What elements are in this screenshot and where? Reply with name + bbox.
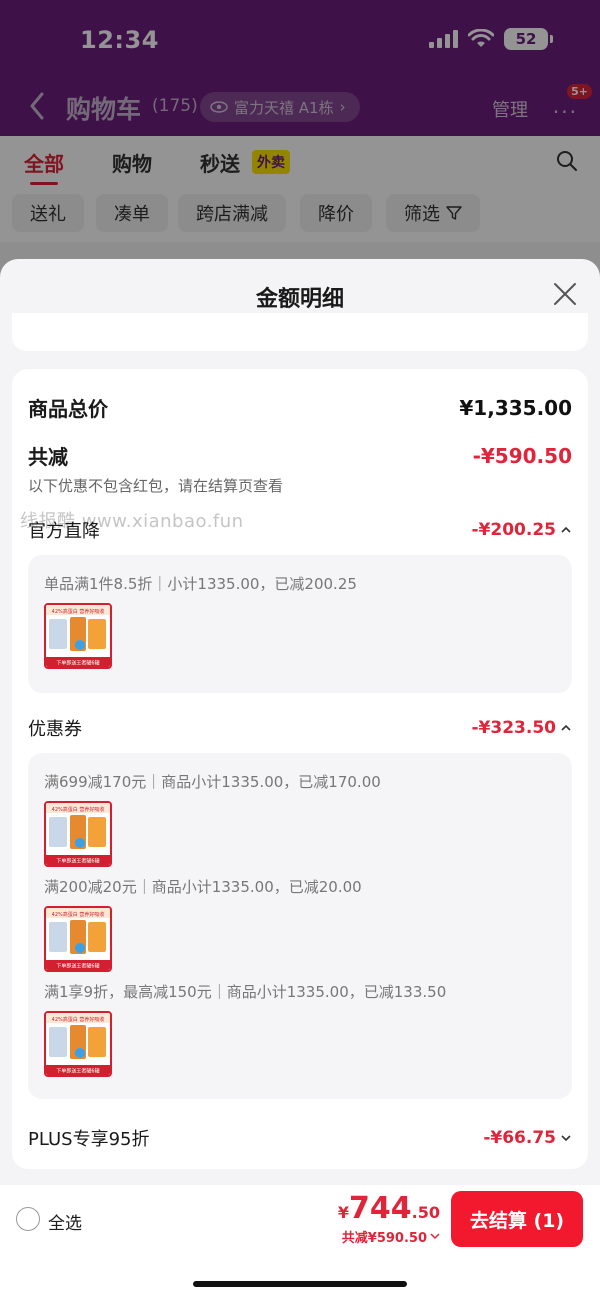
product-thumbnail[interactable]: 42%高蛋白 营养好吸收 下单即送王者罐6罐	[44, 603, 112, 669]
product-image: 42%高蛋白 营养好吸收下单即送王者罐6罐	[46, 1013, 110, 1075]
total-decimal: .50	[411, 1203, 440, 1222]
reduce-amount: -¥590.50	[472, 443, 572, 468]
goods-total-label: 商品总价	[28, 397, 108, 421]
goods-total-row: 商品总价 ¥1,335.00	[28, 393, 572, 422]
chevron-up-icon	[561, 526, 571, 533]
saved-amount[interactable]: 共减¥590.50	[342, 1227, 440, 1246]
saved-text: 共减¥590.50	[341, 1231, 427, 1246]
coupon-amount-value: -¥323.50	[471, 718, 557, 738]
product-thumbnail[interactable]: 42%高蛋白 营养好吸收 下单即送王者罐6罐	[44, 906, 112, 972]
official-detail-text: 单品满1件8.5折｜小计1335.00，已减200.25	[44, 575, 357, 593]
currency-symbol: ¥	[337, 1203, 350, 1222]
coupon-amount: -¥323.50	[472, 718, 573, 738]
goods-total-amount: ¥1,335.00	[459, 395, 572, 420]
reduce-row: 共减 -¥590.50	[28, 441, 572, 470]
thumb-promo: 下单即送王者罐6罐	[56, 1068, 99, 1075]
sheet-title: 金额明细	[255, 287, 344, 312]
plus-amount-value: -¥66.75	[483, 1128, 556, 1148]
coupon-detail-box: 满699减170元｜商品小计1335.00，已减170.00 42%高蛋白 营养…	[28, 753, 572, 1099]
checkout-bar: 全选 ¥ 744 .50 共减¥590.50 去结算 (1)	[0, 1185, 600, 1300]
thumb-slogan: 42%高蛋白 营养好吸收	[52, 911, 105, 918]
coupon-label: 优惠券	[28, 719, 82, 740]
product-image: 42%高蛋白 营养好吸收下单即送王者罐6罐	[46, 803, 110, 865]
official-discount-row[interactable]: 官方直降 -¥200.25	[28, 517, 572, 543]
thumb-slogan: 42%高蛋白 营养好吸收	[52, 806, 105, 813]
thumb-slogan: 42%高蛋白 营养好吸收	[52, 1016, 105, 1023]
chevron-down-icon	[430, 1233, 440, 1240]
official-label: 官方直降	[28, 521, 100, 542]
plus-discount-row[interactable]: PLUS专享95折 -¥66.75	[28, 1125, 572, 1151]
product-image: 42%高蛋白 营养好吸收下单即送王者罐6罐	[46, 605, 110, 667]
official-detail-box: 单品满1件8.5折｜小计1335.00，已减200.25 42%高蛋白 营养好吸…	[28, 555, 572, 693]
previous-card	[12, 313, 588, 351]
plus-amount: -¥66.75	[483, 1128, 572, 1148]
detail-card: 线报酷 www.xianbao.fun 商品总价 ¥1,335.00 共减 -¥…	[12, 369, 588, 1169]
select-all-label[interactable]: 全选	[48, 1209, 82, 1234]
reduce-label: 共减	[28, 445, 68, 469]
thumb-promo: 下单即送王者罐6罐	[56, 858, 99, 865]
home-indicator	[193, 1281, 407, 1287]
reduce-note: 以下优惠不包含红包，请在结算页查看	[28, 477, 284, 495]
coupon-detail-text: 满699减170元｜商品小计1335.00，已减170.00	[44, 773, 381, 791]
close-icon[interactable]	[552, 281, 578, 307]
coupon-detail-text: 满200减20元｜商品小计1335.00，已减20.00	[44, 878, 362, 896]
select-all-checkbox[interactable]	[16, 1207, 40, 1231]
thumb-promo: 下单即送王者罐6罐	[56, 963, 99, 970]
official-amount-value: -¥200.25	[471, 520, 557, 540]
product-image: 42%高蛋白 营养好吸收下单即送王者罐6罐	[46, 908, 110, 970]
product-thumbnail[interactable]: 42%高蛋白 营养好吸收 下单即送王者罐6罐	[44, 801, 112, 867]
thumb-promo: 下单即送王者罐6罐	[56, 660, 99, 667]
plus-label: PLUS专享95折	[28, 1129, 150, 1150]
checkout-button[interactable]: 去结算 (1)	[451, 1191, 583, 1247]
total-price: ¥ 744 .50	[338, 1191, 440, 1226]
total-integer: 744	[349, 1191, 412, 1226]
thumb-slogan: 42%高蛋白 营养好吸收	[52, 608, 105, 615]
chevron-up-icon	[561, 724, 571, 731]
coupon-row[interactable]: 优惠券 -¥323.50	[28, 715, 572, 741]
chevron-down-icon	[561, 1135, 571, 1142]
product-thumbnail[interactable]: 42%高蛋白 营养好吸收 下单即送王者罐6罐	[44, 1011, 112, 1077]
coupon-detail-text: 满1享9折，最高减150元｜商品小计1335.00，已减133.50	[44, 983, 447, 1001]
official-amount: -¥200.25	[472, 520, 573, 540]
amount-detail-sheet: 金额明细 线报酷 www.xianbao.fun 商品总价 ¥1,335.00 …	[0, 259, 600, 1185]
